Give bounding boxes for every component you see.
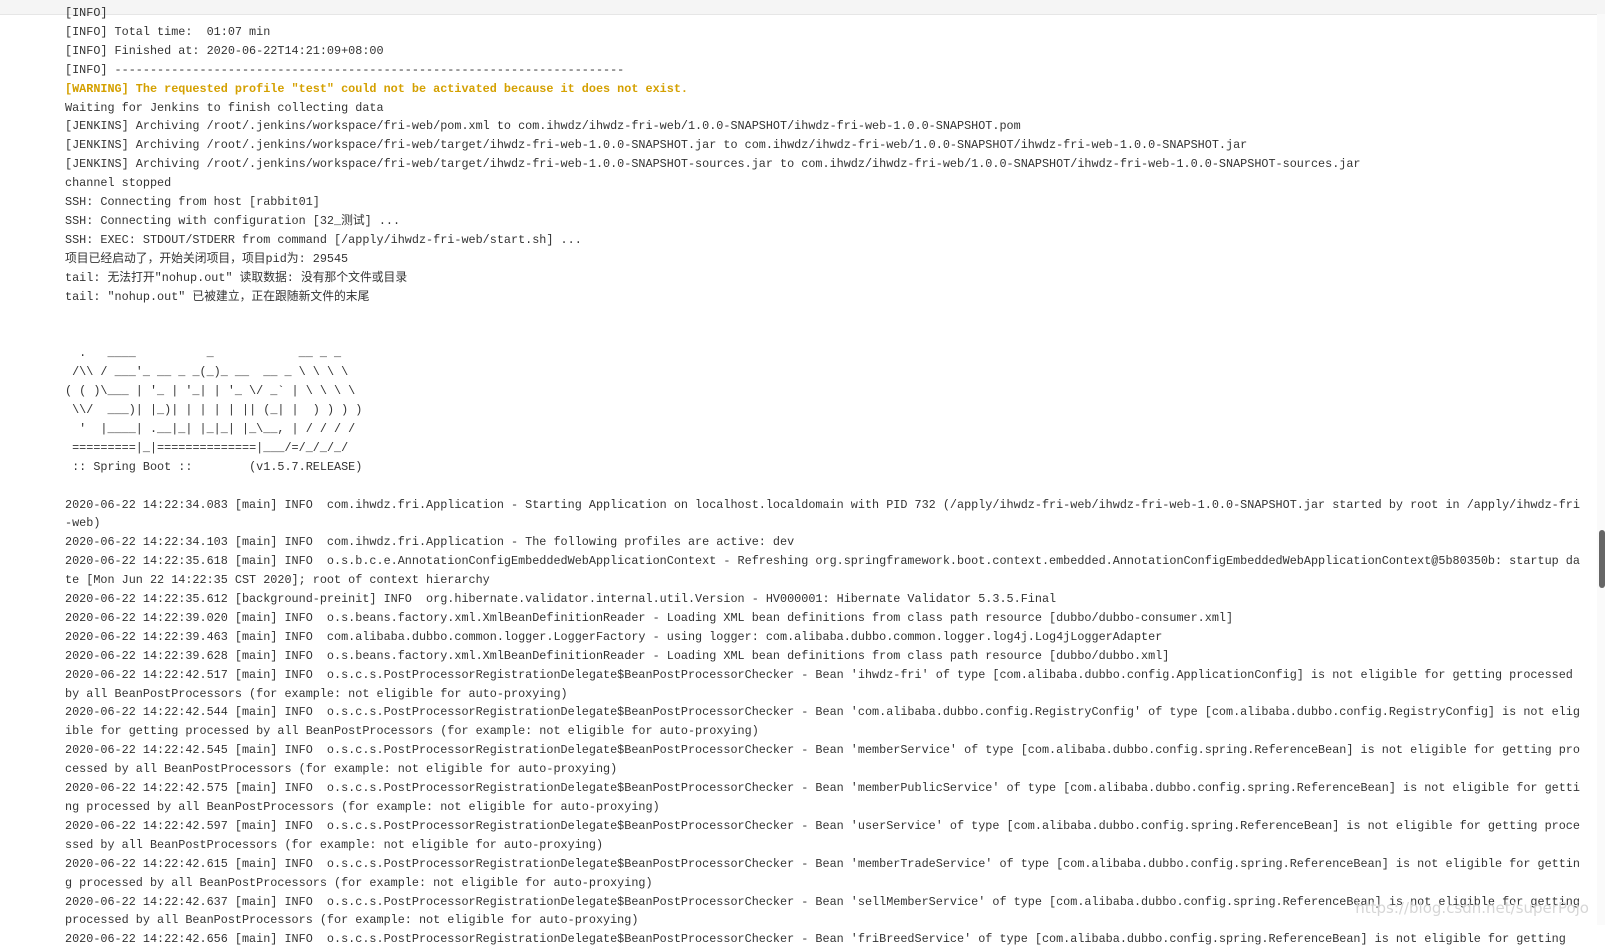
log-line: . ____ _ __ _ _: [65, 346, 342, 361]
log-line: [INFO]: [65, 6, 108, 20]
log-line: 2020-06-22 14:22:39.020 [main] INFO o.s.…: [65, 610, 1234, 625]
log-line: 2020-06-22 14:22:34.083 [main] INFO com.…: [65, 497, 1580, 531]
log-line: SSH: Connecting with configuration [32_测…: [65, 213, 401, 228]
log-line: 2020-06-22 14:22:42.575 [main] INFO o.s.…: [65, 781, 1580, 815]
log-line: [JENKINS] Archiving /root/.jenkins/works…: [65, 157, 1361, 172]
log-line: SSH: EXEC: STDOUT/STDERR from command [/…: [65, 232, 582, 247]
log-line: [JENKINS] Archiving /root/.jenkins/works…: [65, 138, 1248, 153]
warning-line: [WARNING] The requested profile "test" c…: [65, 81, 688, 96]
scrollbar-track[interactable]: [1597, 14, 1605, 925]
log-line: [INFO] Finished at: 2020-06-22T14:21:09+…: [65, 43, 384, 58]
log-line: :: Spring Boot :: (v1.5.7.RELEASE): [65, 459, 363, 474]
log-line: 2020-06-22 14:22:39.463 [main] INFO com.…: [65, 629, 1163, 644]
log-line: tail: 无法打开"nohup.out" 读取数据: 没有那个文件或目录: [65, 270, 408, 285]
watermark: https://blog.csdn.net/superPojo: [1355, 899, 1589, 917]
log-line: 2020-06-22 14:22:42.615 [main] INFO o.s.…: [65, 856, 1580, 890]
log-line: =========|_|==============|___/=/_/_/_/: [65, 440, 349, 455]
log-line: [INFO] Total time: 01:07 min: [65, 24, 271, 39]
log-line: 2020-06-22 14:22:35.618 [main] INFO o.s.…: [65, 554, 1580, 588]
log-line: 2020-06-22 14:22:34.103 [main] INFO com.…: [65, 535, 795, 550]
log-line: \\/ ___)| |_)| | | | | || (_| | ) ) ) ): [65, 403, 363, 417]
scrollbar-thumb[interactable]: [1599, 530, 1605, 588]
log-line: SSH: Connecting from host [rabbit01]: [65, 195, 320, 210]
console-output: [INFO] [INFO] Total time: 01:07 min [INFO]…: [65, 4, 1585, 949]
log-line: 2020-06-22 14:22:42.545 [main] INFO o.s.…: [65, 743, 1580, 777]
log-line: tail: "nohup.out" 已被建立，正在跟随新文件的末尾: [65, 289, 370, 304]
log-line: ' |____| .__|_| |_|_| |_\__, | / / / /: [65, 421, 356, 436]
log-line: /\\ / ___'_ __ _ _(_)_ __ __ _ \ \ \ \: [65, 365, 349, 380]
log-line: 项目已经启动了，开始关闭项目，项目pid为: 29545: [65, 251, 349, 266]
log-line: channel stopped: [65, 176, 172, 191]
log-line: Waiting for Jenkins to finish collecting…: [65, 100, 384, 115]
log-line: [INFO] ---------------------------------…: [65, 62, 625, 77]
log-line: [JENKINS] Archiving /root/.jenkins/works…: [65, 119, 1021, 134]
log-line: 2020-06-22 14:22:42.517 [main] INFO o.s.…: [65, 667, 1580, 701]
log-line: 2020-06-22 14:22:42.597 [main] INFO o.s.…: [65, 818, 1580, 852]
log-line: 2020-06-22 14:22:42.544 [main] INFO o.s.…: [65, 705, 1580, 739]
log-line: ( ( )\___ | '_ | '_| | '_ \/ _` | \ \ \ …: [65, 384, 356, 399]
log-line: 2020-06-22 14:22:39.628 [main] INFO o.s.…: [65, 648, 1170, 663]
log-line: 2020-06-22 14:22:35.612 [background-prei…: [65, 592, 1057, 607]
log-line: 2020-06-22 14:22:42.656 [main] INFO o.s.…: [65, 932, 1566, 947]
